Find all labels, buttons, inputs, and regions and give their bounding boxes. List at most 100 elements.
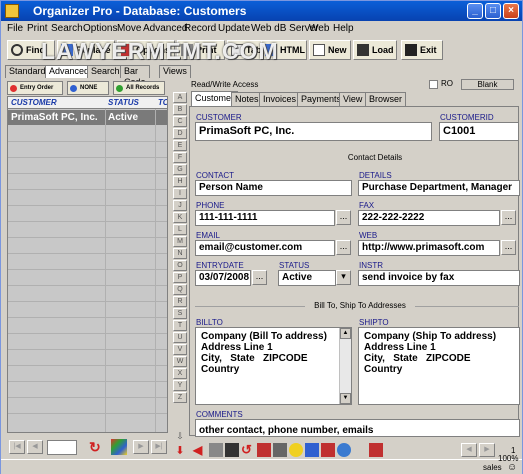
tab-view[interactable]: View — [339, 92, 367, 106]
alpha-r[interactable]: R — [173, 296, 187, 307]
column-header-customer[interactable]: CUSTOMER — [11, 98, 57, 107]
bulb-icon[interactable] — [289, 443, 303, 457]
tab-search[interactable]: Search — [87, 65, 124, 78]
tab-payments[interactable]: Payments — [297, 92, 346, 106]
fax-picker-button[interactable]: ... — [501, 210, 516, 225]
menu-help[interactable]: Help — [333, 23, 354, 34]
menu-web[interactable]: Web — [309, 23, 329, 34]
alpha-n[interactable]: N — [173, 248, 187, 259]
table-row[interactable]: PrimaSoft PC, Inc. Active — [8, 110, 167, 125]
instr-field[interactable]: send invoice by fax — [358, 270, 520, 286]
first-record-button[interactable]: |◀ — [9, 440, 25, 454]
refresh-icon[interactable]: ↻ — [89, 439, 105, 455]
alpha-m[interactable]: M — [173, 236, 187, 247]
alpha-j[interactable]: J — [173, 200, 187, 211]
ro-checkbox[interactable] — [429, 80, 438, 89]
save-icon[interactable] — [257, 443, 271, 457]
next-page-button[interactable]: ▶ — [479, 443, 495, 457]
alpha-q[interactable]: Q — [173, 284, 187, 295]
shipto-field[interactable]: Company (Ship To address) Address Line 1… — [358, 327, 520, 405]
copy-icon[interactable] — [273, 443, 287, 457]
tab-advanced[interactable]: Advanced — [45, 65, 94, 78]
record-number-input[interactable] — [47, 440, 77, 455]
attach-icon[interactable] — [321, 443, 335, 457]
prev-page-button[interactable]: ◀ — [461, 443, 477, 457]
none-button[interactable]: NONE — [67, 81, 109, 95]
comments-field[interactable]: other contact, phone number, emails — [195, 419, 520, 437]
tab-standard[interactable]: Standard — [5, 65, 50, 78]
calendar-button[interactable]: ... — [252, 270, 267, 285]
details-field[interactable]: Purchase Department, Manager — [358, 180, 520, 196]
status-select[interactable]: Active — [278, 270, 336, 286]
down-arrow-icon[interactable]: ⬇ — [173, 444, 187, 458]
alpha-u[interactable]: U — [173, 332, 187, 343]
menu-record[interactable]: Record — [184, 23, 216, 34]
column-header-status[interactable]: STATUS — [108, 98, 139, 107]
menu-update[interactable]: Update — [218, 23, 250, 34]
alpha-i[interactable]: I — [173, 188, 187, 199]
phone-field[interactable]: 111-111-1111 — [195, 210, 335, 226]
alpha-c[interactable]: C — [173, 116, 187, 127]
billto-field[interactable]: Company (Bill To address) Address Line 1… — [195, 327, 352, 405]
entrydate-field[interactable]: 03/07/2008 — [195, 270, 251, 286]
column-header-to[interactable]: TO — [158, 98, 167, 107]
alpha-g[interactable]: G — [173, 164, 187, 175]
tab-bar-code[interactable]: Bar Code — [120, 65, 150, 87]
exit-button[interactable]: Exit — [401, 40, 443, 60]
alpha-w[interactable]: W — [173, 356, 187, 367]
menu-advanced[interactable]: Advanced — [143, 23, 187, 34]
report-icon[interactable] — [369, 443, 383, 457]
next-record-button[interactable]: ▶ — [133, 440, 149, 454]
customerid-field[interactable]: C1001 — [439, 122, 519, 141]
alpha-b[interactable]: B — [173, 104, 187, 115]
alpha-z[interactable]: Z — [173, 392, 187, 403]
alpha-o[interactable]: O — [173, 260, 187, 271]
all-records-button[interactable]: All Records — [113, 81, 165, 95]
undo-icon[interactable]: ↺ — [241, 443, 255, 457]
alpha-p[interactable]: P — [173, 272, 187, 283]
alpha-l[interactable]: L — [173, 224, 187, 235]
tab-views[interactable]: Views — [159, 65, 191, 78]
tab-invoices[interactable]: Invoices — [259, 92, 301, 106]
menu-move[interactable]: Move — [117, 23, 141, 34]
globe-icon[interactable] — [337, 443, 351, 457]
tab-notes[interactable]: Notes — [231, 92, 263, 106]
alpha-y[interactable]: Y — [173, 380, 187, 391]
chevron-down-icon[interactable]: ▾ — [336, 270, 351, 285]
delete-icon[interactable] — [225, 443, 239, 457]
entry-order-button[interactable]: Entry Order — [7, 81, 63, 95]
web-picker-button[interactable]: ... — [501, 240, 516, 255]
alpha-s[interactable]: S — [173, 308, 187, 319]
blank-button[interactable]: Blank — [461, 79, 514, 90]
alpha-t[interactable]: T — [173, 320, 187, 331]
maximize-button[interactable]: □ — [485, 3, 501, 19]
close-button[interactable]: × — [503, 3, 519, 19]
fax-field[interactable]: 222-222-2222 — [358, 210, 500, 226]
menu-options[interactable]: Options — [83, 23, 117, 34]
alpha-h[interactable]: H — [173, 176, 187, 187]
menu-print[interactable]: Print — [27, 23, 48, 34]
print-icon[interactable] — [209, 443, 223, 457]
scroll-down-icon[interactable]: ▼ — [340, 393, 351, 404]
phone-picker-button[interactable]: ... — [336, 210, 351, 225]
load-button[interactable]: Load — [353, 40, 397, 60]
web-field[interactable]: http://www.primasoft.com — [358, 240, 500, 256]
alpha-a[interactable]: A — [173, 92, 187, 103]
alpha-f[interactable]: F — [173, 152, 187, 163]
down-arrow-icon[interactable]: ⇩ — [173, 432, 187, 443]
alpha-x[interactable]: X — [173, 368, 187, 379]
alpha-v[interactable]: V — [173, 344, 187, 355]
menu-search[interactable]: Search — [51, 23, 83, 34]
customer-field[interactable]: PrimaSoft PC, Inc. — [195, 122, 432, 141]
last-record-button[interactable]: ▶| — [151, 440, 167, 454]
alpha-d[interactable]: D — [173, 128, 187, 139]
minimize-button[interactable]: _ — [467, 3, 483, 19]
alpha-k[interactable]: K — [173, 212, 187, 223]
color-icon[interactable] — [111, 439, 127, 455]
email-field[interactable]: email@customer.com — [195, 240, 335, 256]
email-picker-button[interactable]: ... — [336, 240, 351, 255]
scroll-up-icon[interactable]: ▲ — [340, 328, 351, 339]
alpha-e[interactable]: E — [173, 140, 187, 151]
billto-scrollbar[interactable]: ▲ ▼ — [339, 328, 351, 404]
contact-field[interactable]: Person Name — [195, 180, 352, 196]
